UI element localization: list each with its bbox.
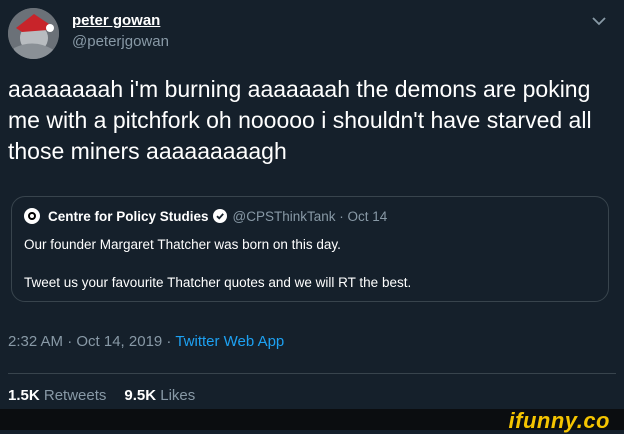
cps-logo-icon — [24, 208, 40, 224]
quoted-handle-date: @CPSThinkTank · Oct 14 — [232, 208, 388, 224]
divider — [8, 373, 616, 374]
tweet-stats: 1.5K Retweets 9.5K Likes — [8, 387, 195, 404]
likes-stat[interactable]: 9.5K Likes — [124, 387, 195, 404]
verified-badge-icon — [212, 209, 227, 223]
quoted-tweet[interactable]: Centre for Policy Studies @CPSThinkTank … — [11, 196, 609, 302]
tweet-text: aaaaaaaah i'm burning aaaaaaah the demon… — [8, 76, 592, 164]
retweets-stat[interactable]: 1.5K Retweets — [8, 387, 106, 404]
quoted-text-line: Our founder Margaret Thatcher was born o… — [24, 237, 341, 252]
user-handle[interactable]: @peterjgowan — [72, 33, 169, 50]
source-link[interactable]: Twitter Web App — [175, 333, 284, 350]
avatar[interactable] — [8, 8, 59, 59]
tweet-timestamp[interactable]: 2:32 AM · Oct 14, 2019 · — [8, 333, 175, 350]
quoted-author-name: Centre for Policy Studies — [48, 208, 209, 224]
watermark-logo: ifunny.co — [508, 408, 610, 433]
user-name[interactable]: peter gowan — [72, 12, 160, 29]
tweet-timestamp-row: 2:32 AM · Oct 14, 2019 · Twitter Web App — [8, 333, 284, 350]
chevron-down-icon[interactable] — [588, 10, 610, 32]
quoted-text-line: Tweet us your favourite Thatcher quotes … — [24, 275, 412, 290]
